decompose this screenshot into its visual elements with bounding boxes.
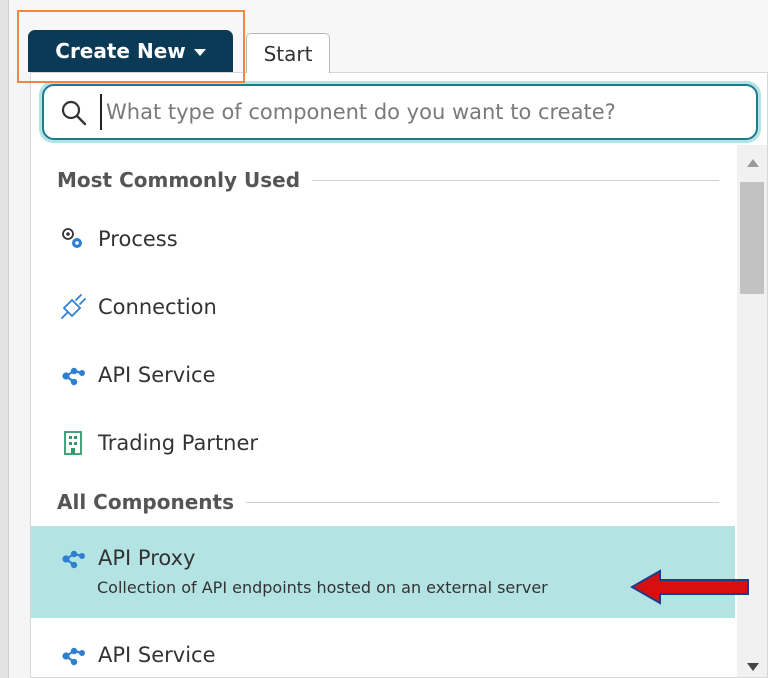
list-item-connection[interactable]: Connection xyxy=(31,287,735,327)
annotation-arrow-icon xyxy=(630,569,749,605)
section-header-label: All Components xyxy=(57,490,234,514)
process-gears-icon xyxy=(62,228,82,248)
list-item-label: API Proxy xyxy=(98,546,196,570)
list-item-api-service[interactable]: API Service xyxy=(31,355,735,395)
plug-icon xyxy=(61,294,86,319)
scrollbar-thumb[interactable] xyxy=(740,182,764,294)
scroll-up-arrow-icon[interactable] xyxy=(747,159,759,167)
section-divider xyxy=(245,501,719,503)
api-nodes-icon xyxy=(62,550,85,569)
list-item-api-service[interactable]: API Service xyxy=(31,635,735,675)
api-nodes-icon xyxy=(62,647,85,666)
create-new-label: Create New xyxy=(55,39,186,63)
scroll-down-arrow-icon[interactable] xyxy=(747,663,759,671)
search-box[interactable] xyxy=(42,84,758,140)
chevron-down-icon xyxy=(193,49,206,56)
list-item-label: API Service xyxy=(98,643,216,667)
api-nodes-icon xyxy=(62,367,85,386)
left-edge-strip xyxy=(0,0,9,678)
list-item-process[interactable]: Process xyxy=(31,219,735,259)
search-focus-ring xyxy=(39,81,761,143)
list-item-label: Process xyxy=(98,227,178,251)
tab-start-label: Start xyxy=(263,41,313,66)
section-header-all-components: All Components xyxy=(57,487,719,517)
list-item-trading-partner[interactable]: Trading Partner xyxy=(31,423,735,463)
list-item-label: Connection xyxy=(98,295,217,319)
create-new-button[interactable]: Create New xyxy=(28,30,233,72)
section-header-label: Most Commonly Used xyxy=(57,168,301,192)
search-icon xyxy=(61,100,87,126)
section-header-most-commonly-used: Most Commonly Used xyxy=(57,165,719,195)
tab-start[interactable]: Start xyxy=(246,33,330,73)
building-icon xyxy=(64,431,82,455)
list-item-label: Trading Partner xyxy=(98,431,259,455)
section-divider xyxy=(312,179,719,181)
search-input[interactable] xyxy=(100,94,746,130)
list-item-label: API Service xyxy=(98,363,216,387)
list-item-description: Collection of API endpoints hosted on an… xyxy=(97,578,548,597)
